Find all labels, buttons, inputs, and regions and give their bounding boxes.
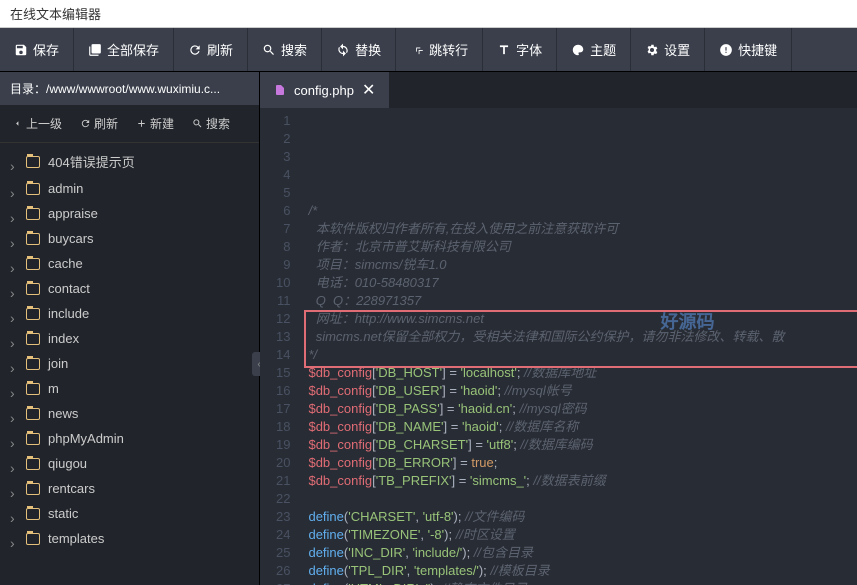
- sidebar-search-button[interactable]: 搜索: [184, 111, 238, 136]
- chevron-right-icon: [10, 210, 18, 218]
- tree-item[interactable]: contact: [0, 276, 259, 301]
- folder-icon: [26, 408, 40, 420]
- chevron-right-icon: [10, 360, 18, 368]
- tree-item-label: phpMyAdmin: [48, 431, 124, 446]
- code-editor[interactable]: 1234567891011121314151617181920212223242…: [260, 108, 857, 585]
- folder-icon: [26, 458, 40, 470]
- folder-icon: [26, 333, 40, 345]
- folder-icon: [26, 383, 40, 395]
- tree-item-label: static: [48, 506, 78, 521]
- tree-item[interactable]: news: [0, 401, 259, 426]
- chevron-right-icon: [10, 260, 18, 268]
- folder-icon: [26, 483, 40, 495]
- chevron-right-icon: [10, 235, 18, 243]
- chevron-right-icon: [10, 535, 18, 543]
- folder-icon: [26, 508, 40, 520]
- tree-item[interactable]: qiugou: [0, 451, 259, 476]
- tree-item[interactable]: cache: [0, 251, 259, 276]
- main-toolbar: 保存 全部保存 刷新 搜索 替换 跳转行 字体 主题 设置 快捷键: [0, 28, 857, 72]
- folder-icon: [26, 258, 40, 270]
- folder-icon: [26, 533, 40, 545]
- tree-item-label: include: [48, 306, 89, 321]
- folder-icon: [26, 183, 40, 195]
- tree-item-label: qiugou: [48, 456, 87, 471]
- refresh-button[interactable]: 刷新: [174, 28, 248, 71]
- chevron-right-icon: [10, 185, 18, 193]
- editor-area: ‹ config.php ✕ 1234567891011121314151617…: [260, 72, 857, 585]
- sidebar-refresh-button[interactable]: 刷新: [72, 111, 126, 136]
- tree-item-label: admin: [48, 181, 83, 196]
- tree-item[interactable]: templates: [0, 526, 259, 551]
- goto-line-button[interactable]: 跳转行: [396, 28, 483, 71]
- font-button[interactable]: 字体: [483, 28, 557, 71]
- code-content[interactable]: 好源码 /* 本软件版权归作者所有,在投入使用之前注意获取许可 作者：北京市普艾…: [300, 108, 857, 585]
- chevron-right-icon: [10, 158, 18, 166]
- sidebar-toolbar: 上一级 刷新 新建 搜索: [0, 105, 259, 143]
- tree-item[interactable]: rentcars: [0, 476, 259, 501]
- php-file-icon: [274, 84, 286, 96]
- replace-button[interactable]: 替换: [322, 28, 396, 71]
- tree-item[interactable]: phpMyAdmin: [0, 426, 259, 451]
- tab-close-icon[interactable]: ✕: [362, 80, 375, 100]
- tree-item-label: buycars: [48, 231, 94, 246]
- tree-item-label: templates: [48, 531, 104, 546]
- save-all-button[interactable]: 全部保存: [74, 28, 174, 71]
- tab-config-php[interactable]: config.php ✕: [260, 72, 389, 108]
- tree-item-label: m: [48, 381, 59, 396]
- chevron-right-icon: [10, 510, 18, 518]
- tree-item[interactable]: m: [0, 376, 259, 401]
- chevron-right-icon: [10, 385, 18, 393]
- folder-icon: [26, 358, 40, 370]
- line-gutter: 1234567891011121314151617181920212223242…: [260, 108, 300, 585]
- chevron-right-icon: [10, 335, 18, 343]
- file-tree: 404错误提示页 admin appraise buycars cache contact…: [0, 143, 259, 585]
- up-level-button[interactable]: 上一级: [4, 111, 70, 136]
- save-button[interactable]: 保存: [0, 28, 74, 71]
- tree-item-label: 404错误提示页: [48, 152, 135, 171]
- theme-button[interactable]: 主题: [557, 28, 631, 71]
- chevron-right-icon: [10, 485, 18, 493]
- tree-item-label: rentcars: [48, 481, 95, 496]
- folder-icon: [26, 156, 40, 168]
- tree-item[interactable]: appraise: [0, 201, 259, 226]
- path-bar: 目录：/www/wwwroot/www.wuximiu.c...: [0, 72, 259, 105]
- chevron-right-icon: [10, 435, 18, 443]
- folder-icon: [26, 283, 40, 295]
- tree-item-label: contact: [48, 281, 90, 296]
- tree-item-label: news: [48, 406, 78, 421]
- search-button[interactable]: 搜索: [248, 28, 322, 71]
- folder-icon: [26, 208, 40, 220]
- folder-icon: [26, 308, 40, 320]
- tree-item[interactable]: join: [0, 351, 259, 376]
- tree-item-label: join: [48, 356, 68, 371]
- chevron-right-icon: [10, 285, 18, 293]
- chevron-right-icon: [10, 410, 18, 418]
- shortcuts-button[interactable]: 快捷键: [705, 28, 792, 71]
- tree-item[interactable]: static: [0, 501, 259, 526]
- settings-button[interactable]: 设置: [631, 28, 705, 71]
- folder-icon: [26, 433, 40, 445]
- tree-item-label: cache: [48, 256, 83, 271]
- tree-item[interactable]: include: [0, 301, 259, 326]
- tree-item[interactable]: admin: [0, 176, 259, 201]
- tree-item-label: appraise: [48, 206, 98, 221]
- chevron-right-icon: [10, 310, 18, 318]
- chevron-right-icon: [10, 460, 18, 468]
- file-sidebar: 目录：/www/wwwroot/www.wuximiu.c... 上一级 刷新 …: [0, 72, 260, 585]
- tree-item[interactable]: 404错误提示页: [0, 147, 259, 176]
- tree-item[interactable]: index: [0, 326, 259, 351]
- new-button[interactable]: 新建: [128, 111, 182, 136]
- window-title: 在线文本编辑器: [0, 0, 857, 28]
- tree-item-label: index: [48, 331, 79, 346]
- tree-item[interactable]: buycars: [0, 226, 259, 251]
- folder-icon: [26, 233, 40, 245]
- editor-tabs: config.php ✕: [260, 72, 857, 108]
